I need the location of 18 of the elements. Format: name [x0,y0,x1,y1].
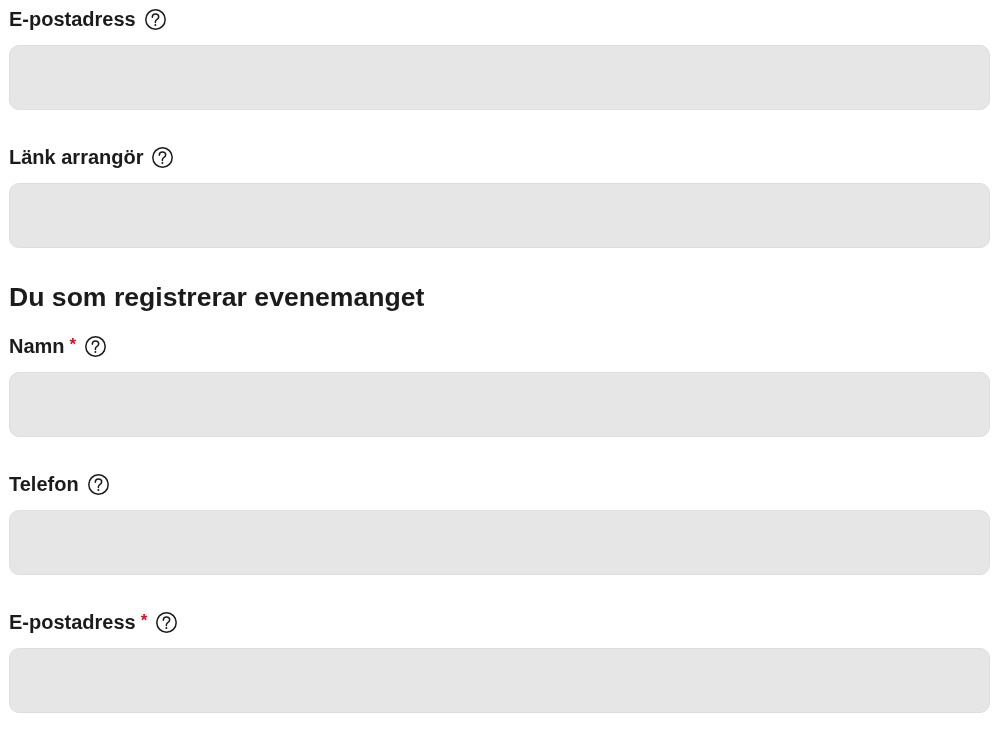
input-field[interactable] [9,372,990,437]
help-icon[interactable] [152,146,174,168]
input-field[interactable] [9,45,990,110]
input-field[interactable] [9,510,990,575]
input-field[interactable] [9,648,990,713]
help-icon[interactable] [85,335,107,357]
field-label: Namn [9,334,65,358]
required-asterisk: * [140,612,148,629]
field-label: Länk arrangör [9,145,144,169]
help-icon[interactable] [144,8,166,30]
help-icon[interactable] [156,611,178,633]
required-asterisk: * [69,336,77,353]
field-label: E-postadress [9,610,136,634]
field-label: E-postadress [9,7,136,31]
input-field[interactable] [9,183,990,248]
field-label: Telefon [9,472,79,496]
section-heading: Du som registrerar evenemanget [9,281,425,313]
help-icon[interactable] [87,473,109,495]
